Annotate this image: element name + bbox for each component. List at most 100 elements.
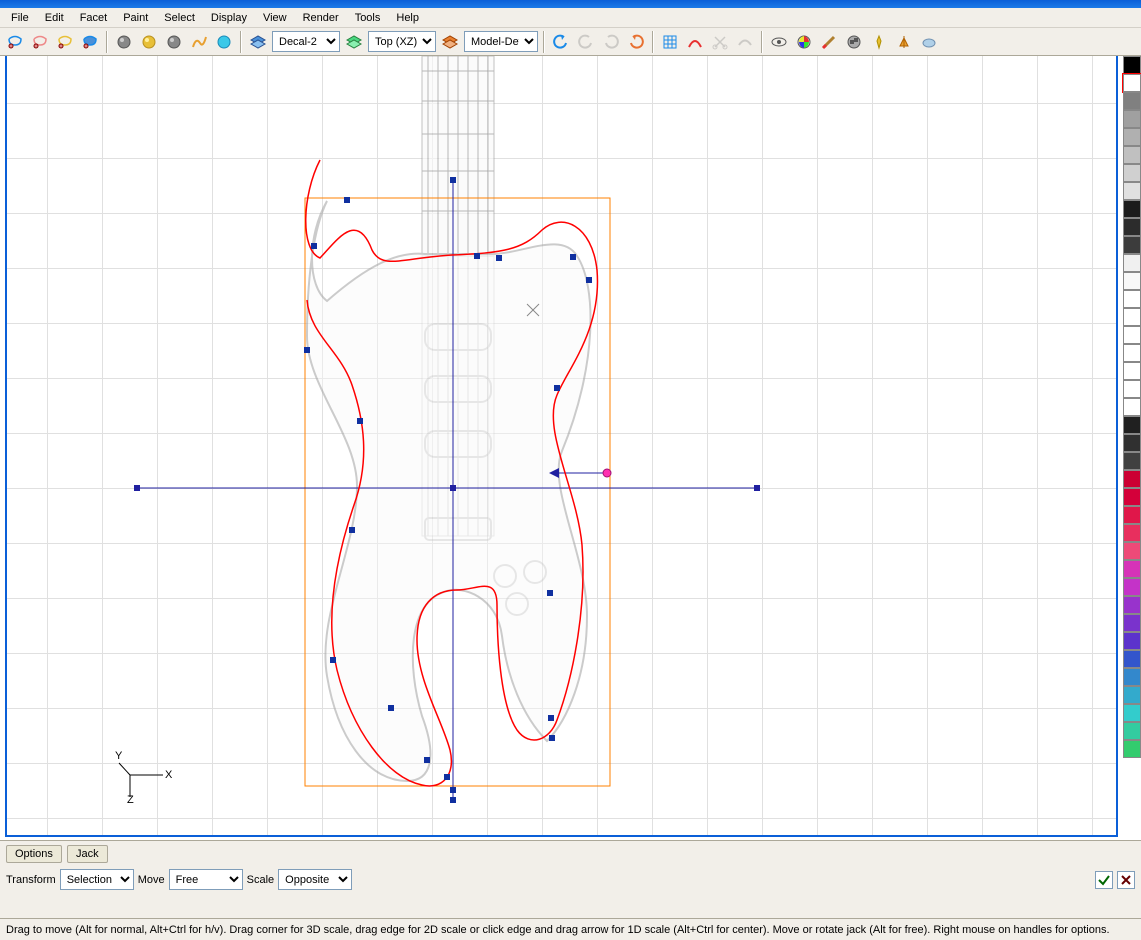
menu-file[interactable]: File: [4, 10, 36, 26]
color-swatch[interactable]: [1123, 686, 1141, 704]
tool-path-icon[interactable]: [188, 31, 210, 53]
color-swatch[interactable]: [1123, 560, 1141, 578]
color-swatch[interactable]: [1123, 146, 1141, 164]
menu-view[interactable]: View: [256, 10, 294, 26]
color-swatch[interactable]: [1123, 182, 1141, 200]
tool-lasso-3-icon[interactable]: [54, 31, 76, 53]
color-swatch[interactable]: [1123, 596, 1141, 614]
spline-handle[interactable]: [388, 705, 394, 711]
spline-handle[interactable]: [586, 277, 592, 283]
menu-display[interactable]: Display: [204, 10, 254, 26]
color-swatch[interactable]: [1123, 740, 1141, 758]
tool-lasso-4-icon[interactable]: [79, 31, 101, 53]
color-swatch[interactable]: [1123, 110, 1141, 128]
color-swatch[interactable]: [1123, 362, 1141, 380]
spline-handle[interactable]: [304, 347, 310, 353]
spline-handle[interactable]: [496, 255, 502, 261]
color-swatch[interactable]: [1123, 668, 1141, 686]
tool-sphere-checker-icon[interactable]: [843, 31, 865, 53]
redo-icon[interactable]: [625, 31, 647, 53]
view-select[interactable]: Top (XZ): [368, 31, 436, 52]
spline-handle[interactable]: [474, 253, 480, 259]
tool-circle-icon[interactable]: [213, 31, 235, 53]
spline-handle[interactable]: [554, 385, 560, 391]
color-swatch[interactable]: [1123, 254, 1141, 272]
color-swatch[interactable]: [1123, 380, 1141, 398]
menu-select[interactable]: Select: [157, 10, 202, 26]
spline-handle[interactable]: [549, 735, 555, 741]
color-swatch[interactable]: [1123, 308, 1141, 326]
undo-icon[interactable]: [550, 31, 572, 53]
color-swatch[interactable]: [1123, 74, 1141, 92]
color-swatch[interactable]: [1123, 344, 1141, 362]
color-swatch[interactable]: [1123, 650, 1141, 668]
move-select[interactable]: Free: [169, 869, 243, 890]
color-swatch[interactable]: [1123, 164, 1141, 182]
spline-handle[interactable]: [344, 197, 350, 203]
spline-handle[interactable]: [444, 774, 450, 780]
viewport[interactable]: X Y Z: [5, 56, 1118, 837]
color-swatch[interactable]: [1123, 56, 1141, 74]
menu-facet[interactable]: Facet: [73, 10, 115, 26]
spline-handle[interactable]: [450, 797, 456, 803]
spline-handle[interactable]: [424, 757, 430, 763]
menu-tools[interactable]: Tools: [348, 10, 388, 26]
spline-handle[interactable]: [330, 657, 336, 663]
spline-handle[interactable]: [548, 715, 554, 721]
color-swatch[interactable]: [1123, 452, 1141, 470]
tool-sphere-3-icon[interactable]: [163, 31, 185, 53]
scale-select[interactable]: Opposite: [278, 869, 352, 890]
color-swatch[interactable]: [1123, 614, 1141, 632]
color-swatch[interactable]: [1123, 128, 1141, 146]
tool-layers-3-icon[interactable]: [439, 31, 461, 53]
color-swatch[interactable]: [1123, 200, 1141, 218]
color-swatch[interactable]: [1123, 416, 1141, 434]
menu-paint[interactable]: Paint: [116, 10, 155, 26]
color-swatch[interactable]: [1123, 524, 1141, 542]
tool-brush-icon[interactable]: [818, 31, 840, 53]
color-swatch[interactable]: [1123, 506, 1141, 524]
menu-render[interactable]: Render: [296, 10, 346, 26]
tool-cloud-icon[interactable]: [918, 31, 940, 53]
color-swatch[interactable]: [1123, 542, 1141, 560]
color-swatch[interactable]: [1123, 236, 1141, 254]
tool-layers-icon[interactable]: [247, 31, 269, 53]
color-swatch[interactable]: [1123, 398, 1141, 416]
handle[interactable]: [134, 485, 140, 491]
color-swatch[interactable]: [1123, 290, 1141, 308]
cancel-button[interactable]: [1117, 871, 1135, 889]
spline-handle[interactable]: [547, 590, 553, 596]
options-button[interactable]: Options: [6, 845, 62, 863]
tool-layers-2-icon[interactable]: [343, 31, 365, 53]
handle-center[interactable]: [450, 485, 456, 491]
color-swatch[interactable]: [1123, 326, 1141, 344]
accept-button[interactable]: [1095, 871, 1113, 889]
color-swatch[interactable]: [1123, 632, 1141, 650]
tool-mirror-icon[interactable]: [893, 31, 915, 53]
tool-lasso-1-icon[interactable]: [4, 31, 26, 53]
color-swatch[interactable]: [1123, 272, 1141, 290]
tool-eye-icon[interactable]: [768, 31, 790, 53]
pink-handle[interactable]: [603, 469, 611, 477]
tool-sphere-2-icon[interactable]: [138, 31, 160, 53]
jack-button[interactable]: Jack: [67, 845, 108, 863]
tool-sphere-1-icon[interactable]: [113, 31, 135, 53]
spline-handle[interactable]: [450, 177, 456, 183]
spline-handle[interactable]: [450, 787, 456, 793]
transform-select[interactable]: Selection: [60, 869, 134, 890]
model-select[interactable]: Model-Defa: [464, 31, 538, 52]
color-swatch[interactable]: [1123, 578, 1141, 596]
color-swatch[interactable]: [1123, 704, 1141, 722]
decal-select[interactable]: Decal-2: [272, 31, 340, 52]
spline-handle[interactable]: [349, 527, 355, 533]
spline-handle[interactable]: [311, 243, 317, 249]
spline-handle[interactable]: [570, 254, 576, 260]
handle[interactable]: [754, 485, 760, 491]
color-swatch[interactable]: [1123, 722, 1141, 740]
color-swatch[interactable]: [1123, 488, 1141, 506]
color-swatch[interactable]: [1123, 92, 1141, 110]
tool-grid-icon[interactable]: [659, 31, 681, 53]
tool-curve-red-icon[interactable]: [684, 31, 706, 53]
color-swatch[interactable]: [1123, 218, 1141, 236]
color-swatch[interactable]: [1123, 470, 1141, 488]
